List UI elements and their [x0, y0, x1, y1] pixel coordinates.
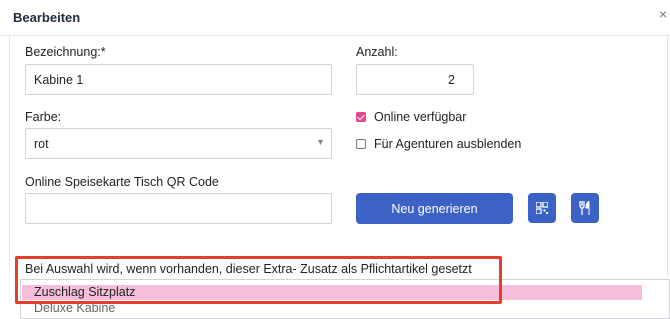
anzahl-value: 2 [448, 72, 455, 87]
farbe-value: rot [34, 136, 49, 151]
agenturen-ausblenden-checkbox[interactable] [356, 139, 366, 149]
online-verfuegbar-checkbox[interactable] [356, 112, 366, 122]
qr-code-button[interactable] [528, 193, 556, 223]
dialog-header: Bearbeiten [0, 0, 670, 36]
farbe-select[interactable]: rot ▼ [25, 128, 332, 159]
cutlery-icon [579, 201, 590, 215]
anzahl-label: Anzahl: [356, 45, 398, 59]
dialog-title: Bearbeiten [13, 10, 81, 25]
agenturen-ausblenden-label: Für Agenturen ausblenden [374, 137, 522, 151]
qr-code-icon [536, 202, 548, 214]
bezeichnung-value: Kabine 1 [34, 72, 84, 87]
frame-border [9, 36, 10, 266]
qr-code-input[interactable] [25, 193, 332, 224]
anzahl-input[interactable]: 2 [356, 64, 474, 95]
speisekarte-button[interactable] [571, 193, 599, 223]
annotation-highlight [15, 256, 502, 304]
frame-border [667, 36, 668, 276]
farbe-label: Farbe: [25, 110, 62, 124]
bezeichnung-label: Bezeichnung:* [25, 45, 106, 59]
chevron-down-icon: ▼ [316, 137, 325, 147]
bezeichnung-input[interactable]: Kabine 1 [25, 64, 332, 95]
online-verfuegbar-label: Online verfügbar [374, 110, 467, 124]
neu-generieren-button[interactable]: Neu generieren [356, 193, 513, 224]
close-icon[interactable]: × [659, 7, 670, 21]
qr-code-label: Online Speisekarte Tisch QR Code [25, 175, 219, 189]
neu-generieren-label: Neu generieren [391, 201, 478, 216]
